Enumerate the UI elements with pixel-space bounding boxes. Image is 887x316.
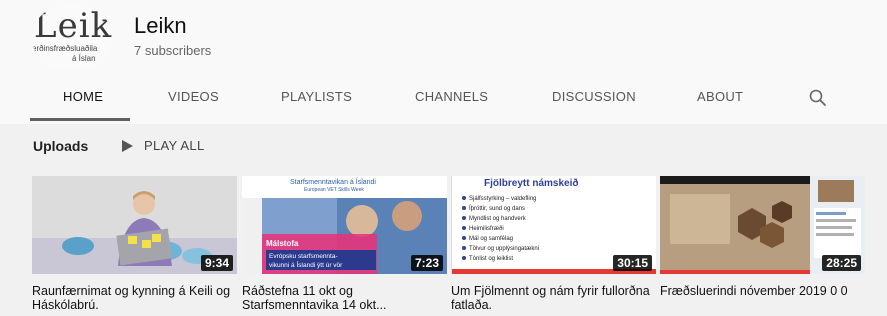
tab-about[interactable]: ABOUT: [697, 89, 743, 104]
bullet-dot: [462, 216, 466, 220]
thumb-caption-line1: Evrópsku starfsmennta-: [269, 253, 338, 260]
tab-playlists[interactable]: PLAYLISTS: [281, 89, 352, 104]
bullet-dot: [462, 226, 466, 230]
play-all-button[interactable]: PLAY ALL: [120, 138, 204, 153]
video-thumbnail[interactable]: Starfsmenntavikan á Íslandi European VET…: [242, 176, 447, 274]
subscriber-count: 7 subscribers: [134, 43, 212, 58]
bullet-item: Sjálfsstyrking – valdefling: [469, 196, 536, 202]
thumb-sub-text: European VET Skills Week: [304, 187, 364, 193]
video-thumbnail[interactable]: Fjölbreytt námskeið Sjálfsstyrking – val…: [451, 176, 656, 274]
tab-channels[interactable]: CHANNELS: [415, 89, 488, 104]
video-thumbnail[interactable]: 9:34: [32, 176, 237, 274]
bullet-item: Tölvur og upplýsingatækni: [469, 246, 539, 252]
bullet-item: Íþróttir, sund og dans: [469, 205, 525, 212]
video-duration: 9:34: [200, 255, 233, 271]
video-card[interactable]: 9:34 Raunfærnimat og kynning á Keili og …: [32, 176, 237, 312]
play-all-label: PLAY ALL: [144, 138, 205, 153]
bullet-item: Tónlist og leiklist: [469, 256, 513, 262]
bullet-item: Heimilisfræði: [469, 225, 504, 232]
video-duration: 7:23: [410, 255, 443, 271]
thumb-badge-text: Málstofa: [266, 239, 299, 248]
thumb-heading-text: Fjölbreytt námskeið: [484, 177, 578, 189]
video-thumbnail[interactable]: 28:25: [660, 176, 865, 274]
play-icon: [122, 139, 133, 152]
thumb-header-text: Starfsmenntavikan á Íslandi: [290, 177, 376, 186]
channel-tabs: HOME VIDEOS PLAYLISTS CHANNELS DISCUSSIO…: [0, 80, 887, 124]
bullet-item: Mál og samfélag: [469, 236, 513, 242]
channel-avatar[interactable]: Leikn erðinsfræðsluaðila á Íslan: [32, 6, 112, 70]
bullet-dot: [462, 246, 466, 250]
channel-header: Leikn erðinsfræðsluaðila á Íslan Leikn 7…: [0, 0, 887, 124]
bullet-dot: [462, 206, 466, 210]
bullet-dot: [462, 256, 466, 260]
bullet-item: Myndlist og handverk: [469, 216, 527, 222]
logo-text: Leikn: [34, 6, 112, 46]
video-duration: 28:25: [822, 255, 861, 271]
channel-name: Leikn: [134, 13, 187, 38]
logo-subtext-2: á Íslan: [72, 54, 96, 63]
video-title[interactable]: Ráðstefna 11 okt og Starfsmenntavika 14 …: [242, 284, 447, 312]
active-tab-indicator: [30, 118, 130, 121]
logo-subtext: erðinsfræðsluaðila: [32, 44, 98, 53]
video-card[interactable]: 28:25 Fræðsluerindi nóvember 2019 0 0: [660, 176, 865, 298]
search-icon[interactable]: [808, 88, 828, 108]
tab-discussion[interactable]: DISCUSSION: [552, 89, 636, 104]
thumb-caption-line2: vikunni á Íslandi ýtt úr vör: [269, 260, 343, 269]
video-card[interactable]: Starfsmenntavikan á Íslandi European VET…: [242, 176, 447, 312]
video-duration: 30:15: [613, 255, 652, 271]
video-title[interactable]: Um Fjölmennt og nám fyrir fullorðna fatl…: [451, 284, 656, 312]
bullet-dot: [462, 196, 466, 200]
video-title[interactable]: Raunfærnimat og kynning á Keili og Háskó…: [32, 284, 237, 312]
video-card[interactable]: Fjölbreytt námskeið Sjálfsstyrking – val…: [451, 176, 656, 312]
video-title[interactable]: Fræðsluerindi nóvember 2019 0 0: [660, 284, 865, 298]
uploads-heading[interactable]: Uploads: [33, 138, 88, 154]
tab-home[interactable]: HOME: [63, 89, 103, 104]
bullet-dot: [462, 236, 466, 240]
tab-videos[interactable]: VIDEOS: [168, 89, 219, 104]
